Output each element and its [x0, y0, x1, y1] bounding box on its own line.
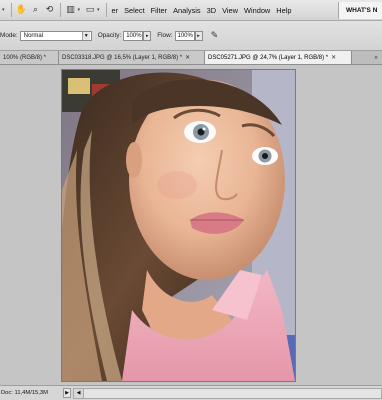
- zoom-tool-icon[interactable]: ⌕: [29, 3, 43, 17]
- mode-select[interactable]: Normal ▼: [19, 30, 92, 41]
- flow-slider-toggle[interactable]: ▸: [194, 30, 203, 41]
- screen-mode-icon[interactable]: ▭: [83, 3, 97, 17]
- menu-select[interactable]: Select: [121, 6, 148, 15]
- document-image[interactable]: [62, 70, 295, 381]
- status-menu-arrow[interactable]: ▶: [63, 388, 71, 398]
- arrange-documents-icon[interactable]: ▥: [64, 3, 78, 17]
- tabs-overflow-icon[interactable]: »: [370, 51, 382, 64]
- tab-label: DSC05271.JPG @ 24,7% (Layer 1, RGB/8) *: [208, 54, 329, 61]
- menu-3d[interactable]: 3D: [204, 6, 219, 15]
- opacity-label: Opacity:: [97, 32, 122, 39]
- menu-help[interactable]: Help: [273, 6, 294, 15]
- rotate-view-icon[interactable]: ⟲: [43, 3, 57, 17]
- chevron-down-icon: ▼: [81, 31, 90, 40]
- document-tab[interactable]: 100% (RGB/8) *: [0, 51, 59, 64]
- horizontal-scrollbar[interactable]: ◀: [73, 387, 382, 399]
- document-tab-active[interactable]: DSC05271.JPG @ 24,7% (Layer 1, RGB/8) * …: [205, 51, 352, 64]
- canvas-area[interactable]: [0, 65, 382, 385]
- opacity-slider-toggle[interactable]: ▸: [143, 30, 152, 41]
- opacity-field[interactable]: 100%: [123, 30, 144, 41]
- close-icon[interactable]: ✕: [331, 54, 336, 61]
- tab-label: 100% (RGB/8) *: [3, 54, 47, 61]
- portrait-photo: [62, 70, 295, 381]
- mode-value: Normal: [23, 32, 44, 39]
- menu-layer[interactable]: er: [109, 6, 122, 15]
- photoshop-window: ▾ ✋ ⌕ ⟲ ▥ ▾ ▭ ▾ er Select Filter Analysi…: [0, 0, 382, 400]
- flow-label: Flow:: [157, 32, 173, 39]
- hand-tool-icon[interactable]: ✋: [15, 3, 29, 17]
- document-tab-strip: 100% (RGB/8) * DSC03318.JPG @ 16,5% (Lay…: [0, 51, 382, 65]
- separator: [105, 3, 107, 17]
- menu-window[interactable]: Window: [241, 6, 273, 15]
- menu-bar: ▾ ✋ ⌕ ⟲ ▥ ▾ ▭ ▾ er Select Filter Analysi…: [0, 0, 382, 21]
- status-bar: Doc: 11,4M/15,3M ▶ ◀: [0, 385, 382, 400]
- flow-field[interactable]: 100%: [174, 30, 195, 41]
- menu-analysis[interactable]: Analysis: [170, 6, 204, 15]
- menu-view[interactable]: View: [219, 6, 241, 15]
- separator: [10, 3, 12, 17]
- workspace-switcher[interactable]: WHAT'S N: [338, 2, 382, 19]
- menu-filter[interactable]: Filter: [148, 6, 170, 15]
- options-bar: Mode: Normal ▼ Opacity: 100% ▸ Flow: 100…: [0, 21, 382, 51]
- tab-label: DSC03318.JPG @ 16,5% (Layer 1, RGB/8) *: [62, 54, 183, 61]
- chevron-down-icon[interactable]: ▾: [78, 7, 81, 13]
- scroll-left-icon[interactable]: ◀: [74, 388, 84, 398]
- airbrush-icon[interactable]: ✎: [209, 30, 221, 42]
- mode-label: Mode:: [0, 32, 18, 39]
- separator: [59, 3, 61, 17]
- document-size-readout: Doc: 11,4M/15,3M: [1, 390, 48, 396]
- document-tab[interactable]: DSC03318.JPG @ 16,5% (Layer 1, RGB/8) * …: [59, 51, 205, 64]
- chevron-down-icon[interactable]: ▾: [2, 7, 5, 13]
- close-icon[interactable]: ✕: [185, 54, 190, 61]
- menu-list: er Select Filter Analysis 3D View Window…: [109, 6, 295, 15]
- chevron-down-icon[interactable]: ▾: [97, 7, 100, 13]
